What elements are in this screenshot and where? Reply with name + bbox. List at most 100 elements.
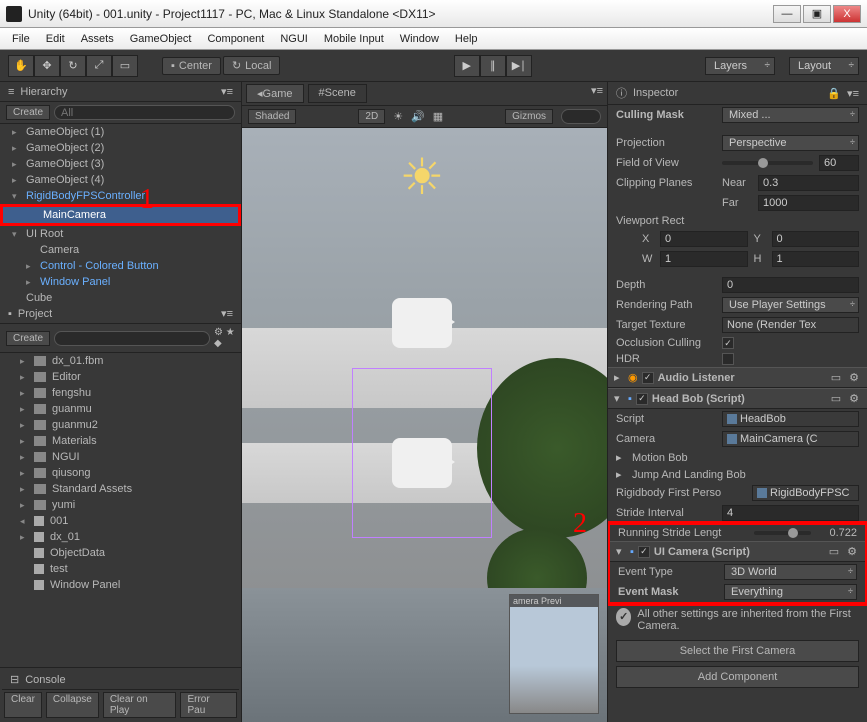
project-item[interactable]: ▸fengshu xyxy=(0,385,241,401)
hierarchy-item[interactable]: ▸GameObject (2) xyxy=(0,140,241,156)
viewport-w-field[interactable]: 1 xyxy=(660,251,748,267)
rotate-tool[interactable]: ↻ xyxy=(60,55,86,77)
hierarchy-item[interactable]: ▸Control - Colored Button xyxy=(0,258,241,274)
project-item[interactable]: ▸NGUI xyxy=(0,449,241,465)
console-errorpause[interactable]: Error Pau xyxy=(180,692,237,718)
project-search-input[interactable] xyxy=(54,331,210,346)
hierarchy-item[interactable]: ▸GameObject (1) xyxy=(0,124,241,140)
script-field[interactable]: HeadBob xyxy=(722,411,859,427)
step-button[interactable]: ▶∣ xyxy=(506,55,532,77)
2d-toggle[interactable]: 2D xyxy=(358,109,385,124)
culling-mask-dropdown[interactable]: Mixed ... xyxy=(722,107,859,123)
add-component-button[interactable]: Add Component xyxy=(616,666,859,688)
hierarchy-tab[interactable]: ≡Hierarchy ▾≡ xyxy=(0,82,241,102)
project-create-dropdown[interactable]: Create xyxy=(6,331,50,346)
scene-tab[interactable]: #Scene xyxy=(308,84,367,103)
scene-search-input[interactable] xyxy=(561,109,601,124)
console-clearonplay[interactable]: Clear on Play xyxy=(103,692,177,718)
project-item[interactable]: ObjectData xyxy=(0,545,241,561)
gear-icon[interactable]: ⚙ xyxy=(845,545,859,558)
project-item[interactable]: ▸Standard Assets xyxy=(0,481,241,497)
layers-dropdown[interactable]: Layers xyxy=(705,57,775,75)
fov-field[interactable]: 60 xyxy=(819,155,859,171)
panel-menu-icon[interactable]: ▾≡ xyxy=(591,84,603,103)
audio-listener-enabled[interactable] xyxy=(642,372,654,384)
project-item[interactable]: ▸Materials xyxy=(0,433,241,449)
menu-file[interactable]: File xyxy=(4,33,38,45)
project-item[interactable]: ▸guanmu2 xyxy=(0,417,241,433)
local-global-toggle[interactable]: ↻Local xyxy=(223,56,281,75)
select-first-camera-button[interactable]: Select the First Camera xyxy=(616,640,859,662)
help-icon[interactable]: ▭ xyxy=(829,371,843,384)
ui-camera-enabled[interactable] xyxy=(638,546,650,558)
project-item[interactable]: ▸qiusong xyxy=(0,465,241,481)
layout-dropdown[interactable]: Layout xyxy=(789,57,859,75)
target-texture-field[interactable]: None (Render Tex xyxy=(722,317,859,333)
panel-menu-icon[interactable]: ▾≡ xyxy=(221,85,233,98)
motion-bob-foldout[interactable]: Motion Bob xyxy=(632,452,688,464)
help-icon[interactable]: ▭ xyxy=(827,545,841,558)
rigidbody-field[interactable]: RigidBodyFPSC xyxy=(752,485,859,501)
project-item[interactable]: ◂001 xyxy=(0,513,241,529)
camera-field[interactable]: MainCamera (C xyxy=(722,431,859,447)
light-toggle-icon[interactable]: ☀ xyxy=(393,110,403,123)
clip-near-field[interactable]: 0.3 xyxy=(758,175,859,191)
event-type-dropdown[interactable]: 3D World xyxy=(724,564,857,580)
panel-menu-icon[interactable]: ▾≡ xyxy=(221,307,233,320)
fx-toggle-icon[interactable]: ▦ xyxy=(433,110,443,123)
hierarchy-item[interactable]: ▸Window Panel xyxy=(0,274,241,290)
play-button[interactable]: ▶ xyxy=(454,55,480,77)
ui-camera-header[interactable]: ▾▪ UI Camera (Script) ▭⚙ xyxy=(610,541,865,562)
menu-ngui[interactable]: NGUI xyxy=(272,33,316,45)
pivot-center-toggle[interactable]: ▪Center xyxy=(162,57,221,75)
console-clear[interactable]: Clear xyxy=(4,692,42,718)
menu-mobileinput[interactable]: Mobile Input xyxy=(316,33,392,45)
hand-tool[interactable]: ✋ xyxy=(8,55,34,77)
audio-listener-header[interactable]: ▸◉ Audio Listener ▭⚙ xyxy=(608,367,867,388)
hierarchy-search-input[interactable] xyxy=(54,105,235,120)
hdr-checkbox[interactable] xyxy=(722,353,734,365)
fov-slider[interactable] xyxy=(722,161,813,165)
gear-icon[interactable]: ⚙ xyxy=(847,392,861,405)
hierarchy-item[interactable]: ▾RigidBodyFPSController xyxy=(0,188,241,204)
hierarchy-item[interactable]: ▸GameObject (3) xyxy=(0,156,241,172)
scene-viewport[interactable]: 2 amera Previ xyxy=(242,128,607,722)
menu-component[interactable]: Component xyxy=(199,33,272,45)
game-tab[interactable]: ◂Game xyxy=(246,84,304,103)
hierarchy-item[interactable]: ▸GameObject (4) xyxy=(0,172,241,188)
occlusion-checkbox[interactable] xyxy=(722,337,734,349)
running-stride-slider[interactable] xyxy=(754,531,811,535)
gizmos-dropdown[interactable]: Gizmos xyxy=(505,109,553,124)
project-item[interactable]: test xyxy=(0,561,241,577)
menu-help[interactable]: Help xyxy=(447,33,486,45)
rendering-path-dropdown[interactable]: Use Player Settings xyxy=(722,297,859,313)
lock-icon[interactable]: 🔒 xyxy=(827,87,841,100)
hierarchy-item[interactable]: MainCamera xyxy=(0,204,241,226)
hierarchy-item[interactable]: Cube xyxy=(0,290,241,304)
viewport-x-field[interactable]: 0 xyxy=(660,231,748,247)
console-tab[interactable]: ⊟Console xyxy=(2,670,239,690)
maximize-button[interactable]: ▣ xyxy=(803,5,831,23)
project-item[interactable]: ▸guanmu xyxy=(0,401,241,417)
project-tab[interactable]: ▪Project ▾≡ xyxy=(0,304,241,324)
jump-bob-foldout[interactable]: Jump And Landing Bob xyxy=(632,469,746,481)
scale-tool[interactable]: ⤢ xyxy=(86,55,112,77)
stride-field[interactable]: 4 xyxy=(722,505,859,521)
hierarchy-item[interactable]: Camera xyxy=(0,242,241,258)
menu-gameobject[interactable]: GameObject xyxy=(122,33,200,45)
menu-window[interactable]: Window xyxy=(392,33,447,45)
panel-menu-icon[interactable]: ▾≡ xyxy=(847,87,859,100)
project-item[interactable]: Window Panel xyxy=(0,577,241,593)
move-tool[interactable]: ✥ xyxy=(34,55,60,77)
help-icon[interactable]: ▭ xyxy=(829,392,843,405)
head-bob-enabled[interactable] xyxy=(636,393,648,405)
shaded-dropdown[interactable]: Shaded xyxy=(248,109,296,124)
project-item[interactable]: ▸dx_01 xyxy=(0,529,241,545)
close-button[interactable]: X xyxy=(833,5,861,23)
hierarchy-create-dropdown[interactable]: Create xyxy=(6,105,50,120)
projection-dropdown[interactable]: Perspective xyxy=(722,135,859,151)
filter-icon[interactable]: ⚙ ★ ◆ xyxy=(214,327,235,349)
console-collapse[interactable]: Collapse xyxy=(46,692,99,718)
menu-edit[interactable]: Edit xyxy=(38,33,73,45)
pause-button[interactable]: ∥ xyxy=(480,55,506,77)
